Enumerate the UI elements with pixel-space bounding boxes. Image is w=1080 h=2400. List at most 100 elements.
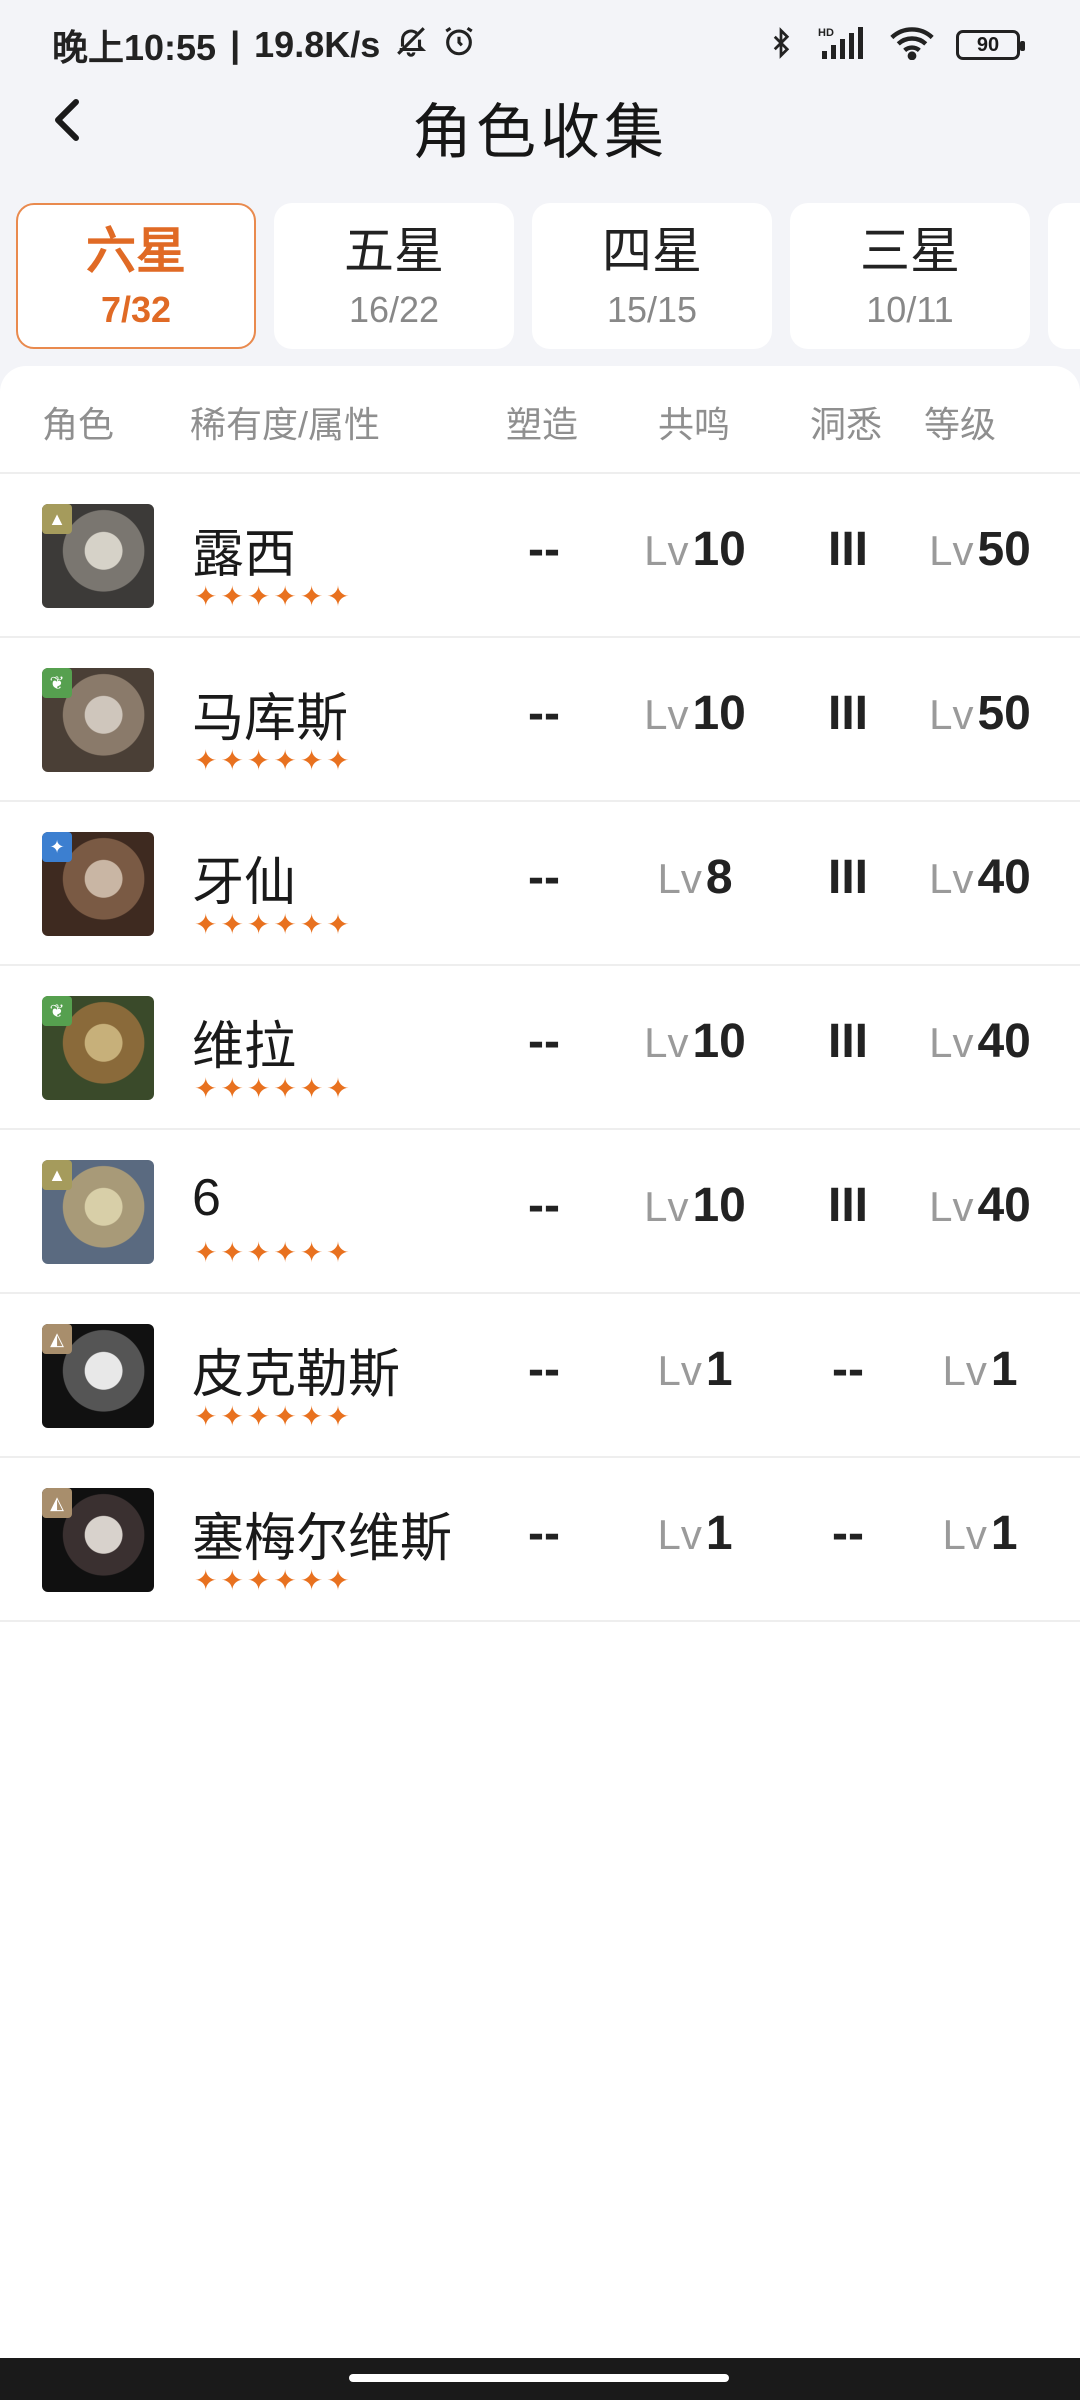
insight-value: III bbox=[827, 1179, 868, 1232]
level-cell: Lv1 bbox=[900, 1342, 1060, 1397]
status-time: 晚上10:55 bbox=[52, 27, 217, 68]
lv-prefix: Lv bbox=[929, 691, 974, 738]
insight-value: -- bbox=[832, 1343, 864, 1396]
character-name: 皮克勒斯 bbox=[192, 1346, 401, 1404]
character-name: 露西 bbox=[192, 526, 297, 584]
rarity-stars: ✦✦✦✦✦✦ bbox=[194, 1237, 353, 1268]
rarity-stars: ✦✦✦✦✦✦ bbox=[194, 1565, 353, 1596]
lv-prefix: Lv bbox=[929, 1019, 974, 1066]
character-table: 角色 稀有度/属性 塑造 共鸣 洞悉 等级 ▲ 露西 ✦✦✦✦✦✦ -- Lv1… bbox=[0, 366, 1080, 2400]
table-header: 角色 稀有度/属性 塑造 共鸣 洞悉 等级 bbox=[0, 366, 1080, 474]
element-intellect-icon: ◭ bbox=[42, 1324, 72, 1354]
wifi-icon bbox=[890, 26, 934, 65]
resonance-cell: Lv1 bbox=[610, 1342, 780, 1397]
character-name: 塞梅尔维斯 bbox=[192, 1510, 453, 1568]
resonance-cell: Lv8 bbox=[610, 850, 780, 905]
insight-value: III bbox=[827, 523, 868, 576]
table-row[interactable]: ❦ 维拉 ✦✦✦✦✦✦ -- Lv10 III Lv40 bbox=[0, 966, 1080, 1130]
tab-label: 四星 bbox=[602, 223, 702, 279]
table-row[interactable]: ▲ 6 ✦✦✦✦✦✦ -- Lv10 III Lv40 bbox=[0, 1130, 1080, 1294]
level-value: 1 bbox=[990, 1507, 1018, 1560]
tab-six-star[interactable]: 六星 7/32 bbox=[16, 203, 256, 349]
resonance-value: 10 bbox=[692, 523, 746, 576]
table-row[interactable]: ▲ 露西 ✦✦✦✦✦✦ -- Lv10 III Lv50 bbox=[0, 474, 1080, 638]
level-value: 40 bbox=[977, 1015, 1031, 1068]
home-indicator[interactable] bbox=[349, 2374, 729, 2382]
character-avatar: ✦ bbox=[42, 832, 154, 936]
tab-five-star[interactable]: 五星 16/22 bbox=[274, 203, 514, 349]
character-avatar: ◭ bbox=[42, 1488, 154, 1592]
rarity-stars: ✦✦✦✦✦✦ bbox=[194, 909, 353, 940]
level-cell: Lv50 bbox=[900, 686, 1060, 741]
lv-prefix: Lv bbox=[644, 1183, 689, 1230]
resonance-value: 1 bbox=[705, 1343, 733, 1396]
tab-count: 7/32 bbox=[100, 289, 172, 330]
lv-prefix: Lv bbox=[657, 855, 702, 902]
shape-value: -- bbox=[528, 1015, 560, 1068]
level-value: 50 bbox=[977, 523, 1031, 576]
tab-three-star[interactable]: 三星 10/11 bbox=[790, 203, 1030, 349]
resonance-cell: Lv10 bbox=[610, 1178, 780, 1233]
level-cell: Lv40 bbox=[900, 1178, 1060, 1233]
table-row[interactable]: ✦ 牙仙 ✦✦✦✦✦✦ -- Lv8 III Lv40 bbox=[0, 802, 1080, 966]
character-name: 6 bbox=[192, 1169, 221, 1227]
level-value: 50 bbox=[977, 687, 1031, 740]
table-row[interactable]: ◭ 塞梅尔维斯 ✦✦✦✦✦✦ -- Lv1 -- Lv1 bbox=[0, 1458, 1080, 1622]
lv-prefix: Lv bbox=[929, 855, 974, 902]
lv-prefix: Lv bbox=[929, 1183, 974, 1230]
tab-count: 16/22 bbox=[348, 289, 440, 330]
shape-value: -- bbox=[528, 1343, 560, 1396]
tab-four-star[interactable]: 四星 15/15 bbox=[532, 203, 772, 349]
header-role: 角色 bbox=[42, 404, 115, 445]
character-name: 马库斯 bbox=[192, 690, 349, 748]
element-beast-icon: ▲ bbox=[42, 1160, 72, 1190]
rarity-stars: ✦✦✦✦✦✦ bbox=[194, 1073, 353, 1104]
lv-prefix: Lv bbox=[942, 1511, 987, 1558]
tab-more[interactable] bbox=[1048, 203, 1080, 349]
table-row[interactable]: ◭ 皮克勒斯 ✦✦✦✦✦✦ -- Lv1 -- Lv1 bbox=[0, 1294, 1080, 1458]
status-separator: | bbox=[230, 24, 241, 65]
shape-value: -- bbox=[528, 1179, 560, 1232]
rarity-stars: ✦✦✦✦✦✦ bbox=[194, 581, 353, 612]
lv-prefix: Lv bbox=[657, 1347, 702, 1394]
navigation-bar bbox=[0, 2358, 1080, 2400]
shape-value: -- bbox=[528, 523, 560, 576]
element-star-icon: ✦ bbox=[42, 832, 72, 862]
bluetooth-icon bbox=[766, 25, 796, 66]
resonance-cell: Lv10 bbox=[610, 1014, 780, 1069]
page-title: 角色收集 bbox=[412, 99, 668, 166]
alarm-icon bbox=[442, 24, 476, 67]
level-cell: Lv50 bbox=[900, 522, 1060, 577]
character-avatar: ▲ bbox=[42, 1160, 154, 1264]
resonance-cell: Lv10 bbox=[610, 522, 780, 577]
header: 角色收集 bbox=[0, 74, 1080, 166]
insight-value: III bbox=[827, 687, 868, 740]
rarity-stars: ✦✦✦✦✦✦ bbox=[194, 745, 353, 776]
resonance-value: 10 bbox=[692, 1015, 746, 1068]
tab-label: 五星 bbox=[344, 223, 444, 279]
lv-prefix: Lv bbox=[644, 1019, 689, 1066]
lv-prefix: Lv bbox=[644, 691, 689, 738]
resonance-value: 1 bbox=[705, 1507, 733, 1560]
insight-value: -- bbox=[832, 1507, 864, 1560]
status-left: 晚上10:55 | 19.8K/s bbox=[52, 19, 476, 71]
header-shape: 塑造 bbox=[506, 404, 579, 445]
level-cell: Lv1 bbox=[900, 1506, 1060, 1561]
element-intellect-icon: ◭ bbox=[42, 1488, 72, 1518]
character-avatar: ❦ bbox=[42, 668, 154, 772]
element-plant-icon: ❦ bbox=[42, 996, 72, 1026]
level-value: 1 bbox=[990, 1343, 1018, 1396]
header-insight: 洞悉 bbox=[810, 404, 883, 445]
table-body: ▲ 露西 ✦✦✦✦✦✦ -- Lv10 III Lv50 ❦ 马库斯 ✦✦✦✦✦… bbox=[0, 474, 1080, 1622]
table-row[interactable]: ❦ 马库斯 ✦✦✦✦✦✦ -- Lv10 III Lv50 bbox=[0, 638, 1080, 802]
resonance-cell: Lv1 bbox=[610, 1506, 780, 1561]
insight-value: III bbox=[827, 1015, 868, 1068]
muted-bell-icon bbox=[394, 24, 428, 67]
header-level: 等级 bbox=[924, 404, 997, 445]
character-avatar: ❦ bbox=[42, 996, 154, 1100]
resonance-value: 10 bbox=[692, 687, 746, 740]
character-avatar: ▲ bbox=[42, 504, 154, 608]
level-cell: Lv40 bbox=[900, 1014, 1060, 1069]
tab-label: 三星 bbox=[860, 223, 960, 279]
tab-label: 六星 bbox=[86, 223, 186, 279]
